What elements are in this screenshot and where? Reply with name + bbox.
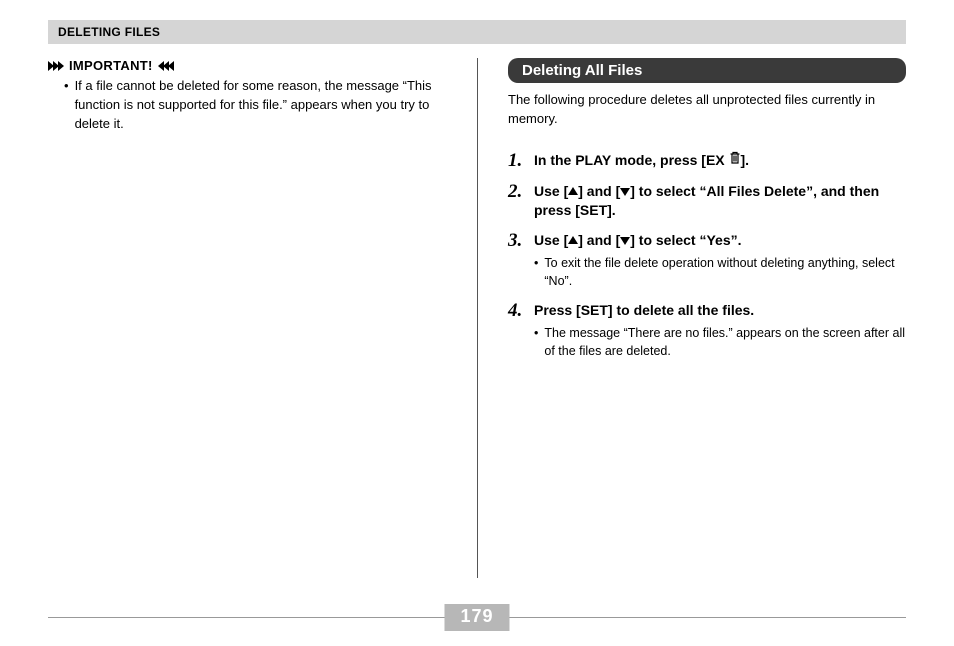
step-4-text: Press [SET] to delete all the files.: [534, 301, 906, 321]
step-number: 2.: [508, 182, 534, 221]
triangles-right-icon: [48, 61, 63, 71]
triangles-left-icon: [159, 61, 174, 71]
right-column: Deleting All Files The following procedu…: [477, 58, 906, 578]
section-header: DELETING FILES: [48, 20, 906, 44]
step-2-text: Use [] and [] to select “All Files Delet…: [534, 182, 906, 221]
trash-icon: [729, 150, 741, 170]
step-number: 3.: [508, 231, 534, 291]
step-4: 4. Press [SET] to delete all the files. …: [508, 301, 906, 361]
important-bullet: • If a file cannot be deleted for some r…: [64, 77, 447, 134]
important-bullet-text: If a file cannot be deleted for some rea…: [75, 77, 447, 134]
step-3: 3. Use [] and [] to select “Yes”. • To e…: [508, 231, 906, 291]
important-label: IMPORTANT!: [69, 58, 153, 73]
left-column: IMPORTANT! • If a file cannot be deleted…: [48, 58, 477, 578]
step-3-text: Use [] and [] to select “Yes”.: [534, 231, 906, 251]
down-triangle-icon: [620, 237, 630, 245]
important-callout: IMPORTANT!: [48, 58, 447, 73]
step-number: 4.: [508, 301, 534, 361]
step-number: 1.: [508, 151, 534, 172]
page-footer: 179: [48, 604, 906, 634]
bullet-icon: •: [534, 254, 538, 290]
intro-text: The following procedure deletes all unpr…: [508, 91, 906, 129]
step-2: 2. Use [] and [] to select “All Files De…: [508, 182, 906, 221]
up-triangle-icon: [568, 187, 578, 195]
down-triangle-icon: [620, 188, 630, 196]
subsection-title: Deleting All Files: [508, 58, 906, 83]
step-4-subnote: • The message “There are no files.” appe…: [534, 324, 906, 360]
bullet-icon: •: [64, 77, 69, 134]
page-number: 179: [444, 604, 509, 631]
up-triangle-icon: [568, 236, 578, 244]
step-1-text: In the PLAY mode, press [EX ].: [534, 151, 906, 171]
content-columns: IMPORTANT! • If a file cannot be deleted…: [48, 58, 906, 578]
step-1: 1. In the PLAY mode, press [EX ].: [508, 151, 906, 172]
bullet-icon: •: [534, 324, 538, 360]
step-3-subnote: • To exit the file delete operation with…: [534, 254, 906, 290]
